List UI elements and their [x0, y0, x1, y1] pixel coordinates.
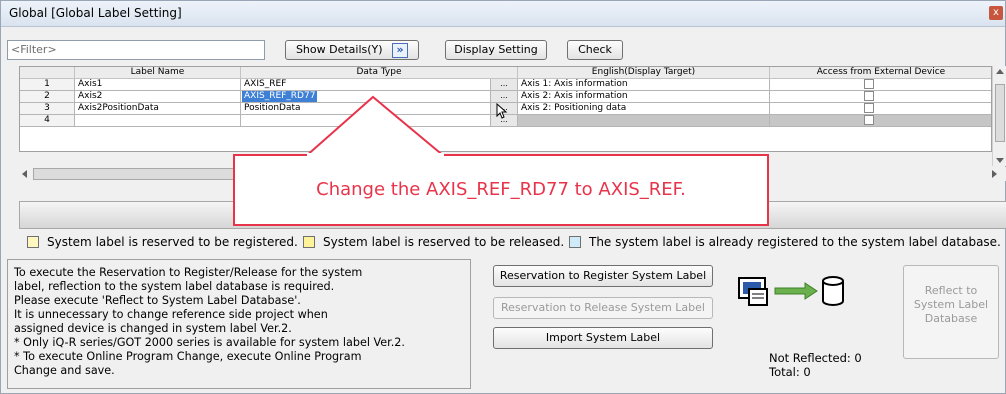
- reserve-release-button[interactable]: Reservation to Release System Label: [493, 297, 713, 319]
- info-line: assigned device is changed in system lab…: [14, 322, 292, 335]
- reflect-label-line3: Database: [924, 312, 978, 325]
- data-type-cell[interactable]: AXIS_REF: [241, 79, 491, 91]
- legend-registered-text: The system label is already registered t…: [589, 235, 1001, 249]
- computer-icon: [738, 277, 768, 306]
- access-cell: [770, 103, 991, 115]
- reflect-to-database-button[interactable]: Reflect to System Label Database: [903, 265, 999, 359]
- total-count: Total: 0: [769, 365, 811, 379]
- info-line: It is unnecessary to change reference si…: [14, 308, 328, 321]
- access-cell: [770, 91, 991, 103]
- scroll-up-arrow-icon[interactable]: [996, 69, 1004, 74]
- data-type-browse-button[interactable]: ...: [491, 91, 518, 103]
- show-details-button[interactable]: Show Details(Y) »: [285, 40, 419, 60]
- info-line: To execute the Reservation to Register/R…: [14, 266, 363, 279]
- label-name-cell[interactable]: Axis1: [75, 79, 241, 91]
- header-corner: [20, 67, 75, 79]
- legend-register-text: System label is reserved to be registere…: [47, 235, 298, 249]
- english-cell[interactable]: Axis 2: Positioning data: [518, 103, 770, 115]
- global-label-setting-window: Global [Global Label Setting] x <Filter>…: [0, 0, 1006, 394]
- access-checkbox[interactable]: [864, 103, 874, 113]
- legend-registered-swatch: [569, 236, 581, 248]
- reflect-diagram: [738, 276, 844, 306]
- window-title: Global [Global Label Setting]: [9, 6, 182, 20]
- header-label-name[interactable]: Label Name: [75, 67, 241, 79]
- english-cell[interactable]: Axis 1: Axis information: [518, 79, 770, 91]
- right-arrow-icon: [774, 282, 818, 300]
- database-icon: [822, 276, 844, 306]
- row-number[interactable]: 3: [20, 103, 75, 115]
- legend-release-swatch: [303, 236, 315, 248]
- label-name-cell[interactable]: Axis2: [75, 91, 241, 103]
- import-system-label-button[interactable]: Import System Label: [493, 327, 713, 349]
- vertical-scrollbar[interactable]: [992, 66, 1006, 166]
- title-bar: Global [Global Label Setting] x: [1, 1, 1005, 27]
- header-data-type[interactable]: Data Type: [241, 67, 518, 79]
- reflect-label-line2: System Label: [913, 298, 989, 311]
- access-checkbox[interactable]: [864, 79, 874, 89]
- access-checkbox[interactable]: [864, 115, 874, 125]
- legend-release-text: System label is reserved to be released.: [323, 235, 565, 249]
- show-details-label: Show Details(Y): [295, 43, 383, 56]
- display-setting-button[interactable]: Display Setting: [445, 40, 547, 60]
- header-access-external[interactable]: Access from External Device: [770, 67, 991, 79]
- callout-joint: [307, 153, 444, 157]
- legend-register-swatch: [27, 236, 39, 248]
- info-line: Change and save.: [14, 364, 115, 377]
- instruction-callout: Change the AXIS_REF_RD77 to AXIS_REF.: [233, 154, 769, 226]
- callout-pointer: [304, 95, 446, 158]
- access-cell: [770, 79, 991, 91]
- info-line: * To execute Online Program Change, exec…: [14, 350, 362, 363]
- english-cell[interactable]: Axis 2: Axis information: [518, 91, 770, 103]
- not-reflected-count: Not Reflected: 0: [769, 351, 862, 365]
- reserve-register-button[interactable]: Reservation to Register System Label: [493, 265, 713, 287]
- scroll-thumb[interactable]: [33, 168, 245, 180]
- info-message-box: To execute the Reservation to Register/R…: [7, 259, 471, 389]
- close-icon[interactable]: x: [989, 6, 1003, 20]
- info-line: label, reflection to the system label da…: [14, 280, 335, 293]
- info-line: * Only iQ-R series/GOT 2000 series is av…: [14, 336, 405, 349]
- scroll-thumb[interactable]: [995, 84, 1005, 142]
- filter-input[interactable]: <Filter>: [7, 40, 265, 60]
- reflect-label-line1: Reflect to: [924, 284, 978, 297]
- row-number[interactable]: 4: [20, 115, 75, 127]
- english-cell[interactable]: [518, 115, 770, 127]
- mouse-pointer-icon: [496, 103, 508, 119]
- row-number[interactable]: 2: [20, 91, 75, 103]
- scroll-left-arrow-icon[interactable]: [22, 170, 27, 178]
- callout-text: Change the AXIS_REF_RD77 to AXIS_REF.: [316, 179, 686, 200]
- access-checkbox[interactable]: [864, 91, 874, 101]
- expand-double-chevron-icon: »: [392, 42, 409, 58]
- data-type-browse-button[interactable]: ...: [491, 79, 518, 91]
- label-name-cell[interactable]: Axis2PositionData: [75, 103, 241, 115]
- info-line: Please execute 'Reflect to System Label …: [14, 294, 301, 307]
- check-button[interactable]: Check: [567, 40, 623, 60]
- row-number[interactable]: 1: [20, 79, 75, 91]
- scroll-right-arrow-icon[interactable]: [992, 170, 997, 178]
- access-cell: [770, 115, 991, 127]
- label-name-cell[interactable]: [75, 115, 241, 127]
- scroll-down-arrow-icon[interactable]: [996, 158, 1004, 163]
- header-english[interactable]: English(Display Target): [518, 67, 770, 79]
- label-table: Label Name Data Type English(Display Tar…: [19, 66, 992, 152]
